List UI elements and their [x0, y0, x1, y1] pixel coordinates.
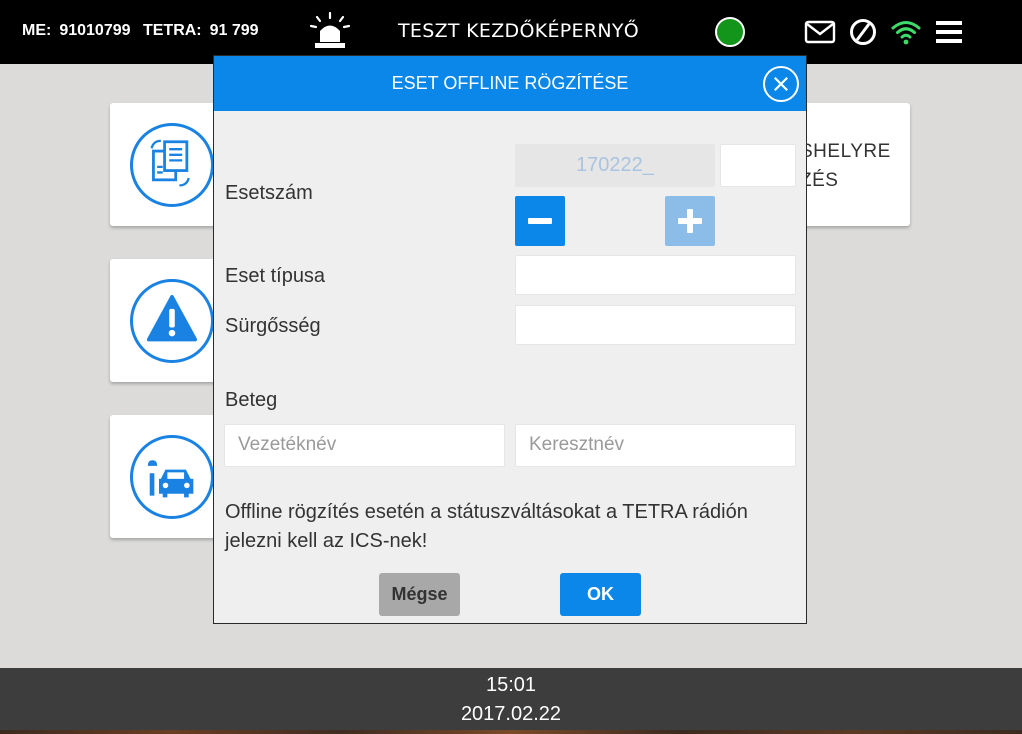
last-name-input[interactable]: Vezetéknév	[224, 424, 505, 467]
decorative-strip	[0, 730, 1022, 734]
case-number-prefix: 170222_	[515, 144, 715, 187]
tetra-label: TETRA:	[142, 22, 202, 39]
clock-date: 2017.02.22	[460, 703, 562, 725]
hamburger-menu-icon[interactable]	[933, 17, 965, 47]
home-card-warning[interactable]	[110, 259, 220, 382]
block-icon[interactable]	[847, 17, 879, 47]
ok-button[interactable]: OK	[560, 573, 641, 616]
documents-sync-icon	[130, 123, 214, 207]
urgency-label: Sürgősség	[225, 315, 321, 337]
home-card-vehicle[interactable]	[110, 415, 220, 538]
dialog-header: ESET OFFLINE RÖGZÍTÉSE	[214, 56, 806, 111]
unit-ids: ME: 91010799 TETRA: 91 799	[22, 22, 267, 40]
dialog-title: ESET OFFLINE RÖGZÍTÉSE	[391, 73, 629, 93]
mail-icon[interactable]	[804, 17, 836, 47]
offline-case-dialog: ESET OFFLINE RÖGZÍTÉSE Esetszám 170222_ …	[213, 55, 807, 624]
case-type-label: Eset típusa	[225, 265, 326, 287]
urgency-select[interactable]	[515, 305, 796, 345]
connection-status-indicator	[715, 17, 745, 47]
close-icon[interactable]	[763, 66, 799, 102]
me-label: ME:	[22, 22, 52, 39]
case-type-select[interactable]	[515, 255, 796, 295]
minus-icon	[528, 218, 552, 224]
decrement-button[interactable]	[515, 196, 565, 246]
increment-button[interactable]	[665, 196, 715, 246]
siren-icon[interactable]	[308, 12, 352, 50]
case-number-label: Esetszám	[225, 182, 313, 204]
tetra-value: 91 799	[209, 22, 259, 39]
bottom-bar: 15:01 2017.02.22	[0, 668, 1022, 734]
warning-icon	[130, 279, 214, 363]
me-value: 91010799	[59, 22, 131, 39]
offline-notice-text: Offline rögzítés esetén a státuszváltáso…	[225, 501, 748, 552]
clock-time: 15:01	[485, 674, 537, 696]
cancel-button[interactable]: Mégse	[379, 573, 460, 616]
case-number-suffix-input[interactable]	[720, 144, 796, 187]
vehicle-service-icon	[130, 435, 214, 519]
patient-label: Beteg	[225, 389, 278, 411]
home-card-right-label: SHELYRE ZÉS	[800, 141, 891, 191]
first-name-input[interactable]: Keresztnév	[515, 424, 796, 467]
wifi-icon[interactable]	[890, 17, 922, 47]
screen-title: TESZT KEZDŐKÉPERNYŐ	[398, 20, 640, 42]
